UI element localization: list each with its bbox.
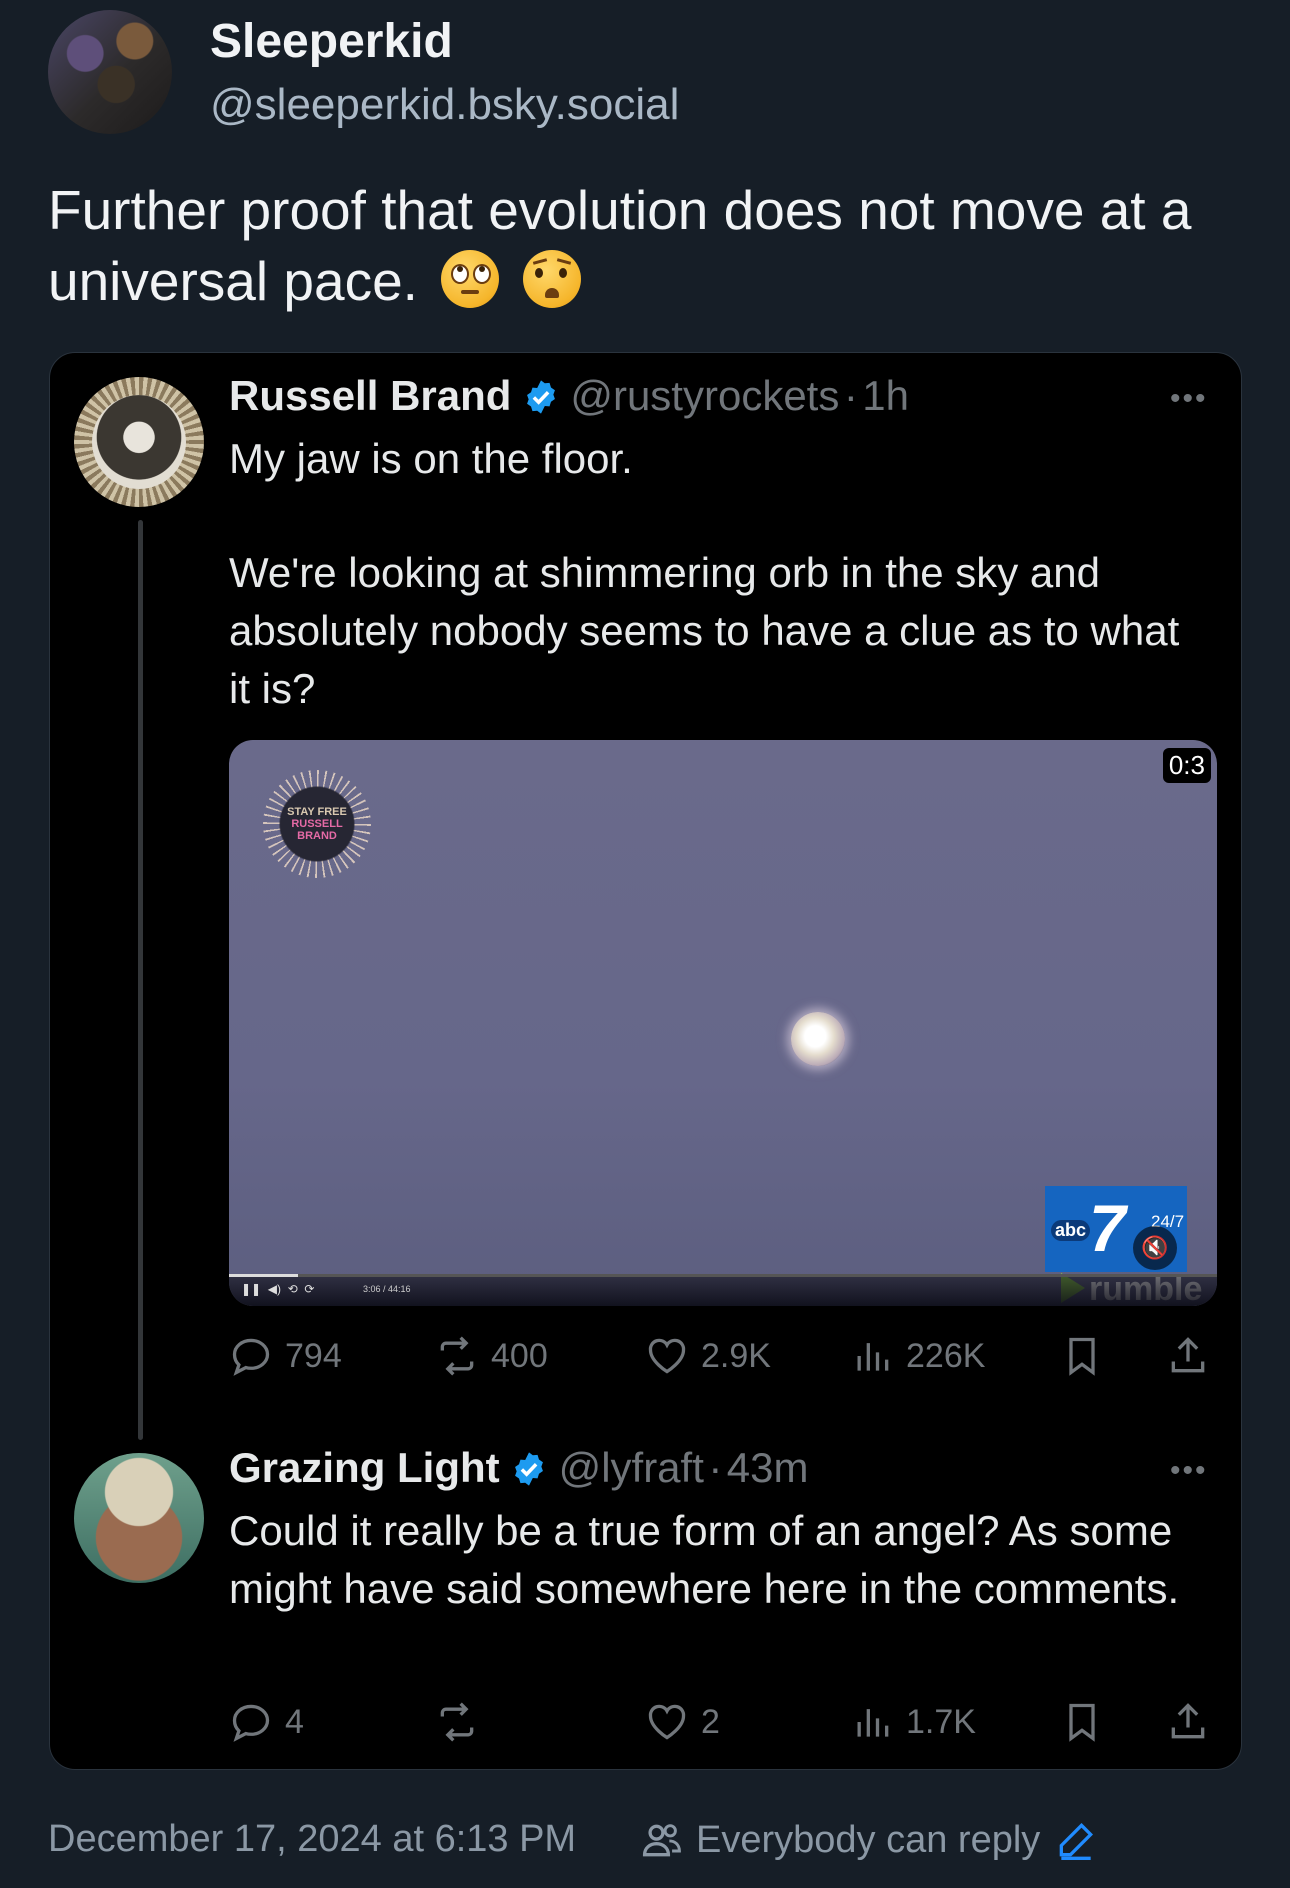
bookmark-icon — [1060, 1334, 1104, 1383]
repost-icon — [440, 1336, 474, 1376]
tweet-time: 1h — [862, 372, 909, 419]
post-timestamp: December 17, 2024 at 6:13 PM — [48, 1818, 577, 1860]
reply-icon — [232, 1338, 270, 1376]
thread-line — [138, 520, 143, 1440]
verified-badge-icon — [515, 1452, 544, 1486]
heart-icon — [648, 1338, 686, 1374]
stay-free-logo: STAY FREE RUSSELL BRAND — [263, 770, 371, 878]
reply-count: 794 — [229, 1334, 342, 1378]
video-duration-badge: 0:3 — [1162, 748, 1211, 783]
more-options-icon: ••• — [1170, 1454, 1208, 1487]
post-text: Further proof that evolution does not mo… — [48, 175, 1248, 317]
share-icon — [1166, 1700, 1210, 1749]
tweet-author-name: Russell Brand — [229, 372, 512, 419]
reply-like-count: 2 — [645, 1700, 720, 1744]
reply-icon — [232, 1704, 270, 1742]
reply-author-avatar — [74, 1453, 204, 1583]
reply-setting[interactable]: Everybody can reply — [640, 1818, 1110, 1862]
verified-badge-icon — [526, 380, 555, 414]
reply-author-name: Grazing Light — [229, 1444, 500, 1491]
repost-count: 400 — [435, 1334, 548, 1378]
video-control-icons: ❚❚ ◀) ⟲ ⟳ — [241, 1282, 315, 1296]
anxious-face-emoji-icon — [522, 250, 581, 308]
bookmark-icon — [1060, 1700, 1104, 1749]
share-icon — [1166, 1334, 1210, 1383]
video-progress-track — [229, 1274, 1217, 1277]
orb-in-sky — [791, 1012, 845, 1066]
users-icon — [642, 1824, 681, 1857]
reply-view-count: 1.7K — [850, 1700, 976, 1744]
reply-time: 43m — [726, 1444, 809, 1491]
reply-reply-count: 4 — [229, 1700, 304, 1744]
reply-separator: · — [708, 1444, 723, 1491]
views-icon — [857, 1343, 889, 1371]
repost-icon — [440, 1702, 474, 1742]
author-handle[interactable]: @sleeperkid.bsky.social — [210, 80, 679, 130]
author-avatar[interactable] — [48, 10, 172, 134]
like-count: 2.9K — [645, 1334, 771, 1378]
tweet-text-line2: We're looking at shimmering orb in the s… — [229, 549, 1180, 712]
author-display-name[interactable]: Sleeperkid — [210, 14, 453, 69]
reply-handle: @lyfraft — [558, 1444, 704, 1491]
video-player-time: 3:06 / 44:16 — [363, 1284, 411, 1294]
view-count: 226K — [850, 1334, 985, 1378]
views-icon — [857, 1709, 889, 1737]
reply-setting-label: Everybody can reply — [696, 1818, 1041, 1861]
tweet-handle: @rustyrockets — [570, 372, 840, 419]
tweet-separator: · — [843, 372, 858, 419]
reply-repost-count — [435, 1700, 491, 1744]
video-progress-fill — [229, 1274, 299, 1277]
mute-icon: 🔇 — [1133, 1226, 1177, 1270]
post-body: Further proof that evolution does not mo… — [48, 179, 1192, 312]
heart-icon — [648, 1704, 686, 1740]
tweet-text-line1: My jaw is on the floor. — [229, 435, 633, 482]
tweet-video: 0:3 STAY FREE RUSSELL BRAND abc 7 24/7 🔇… — [229, 740, 1217, 1306]
tweet-header: Russell Brand @rustyrockets · 1h — [229, 372, 909, 420]
video-control-bar: ❚❚ ◀) ⟲ ⟳ 3:06 / 44:16 — [229, 1274, 1217, 1306]
more-options-icon: ••• — [1170, 382, 1208, 415]
pencil-icon[interactable] — [1054, 1818, 1098, 1862]
reply-text: Could it really be a true form of an ang… — [229, 1507, 1180, 1612]
reply-header: Grazing Light @lyfraft · 43m — [229, 1444, 809, 1492]
rolling-eyes-emoji-icon — [441, 250, 500, 308]
tweet-author-avatar — [74, 377, 204, 507]
